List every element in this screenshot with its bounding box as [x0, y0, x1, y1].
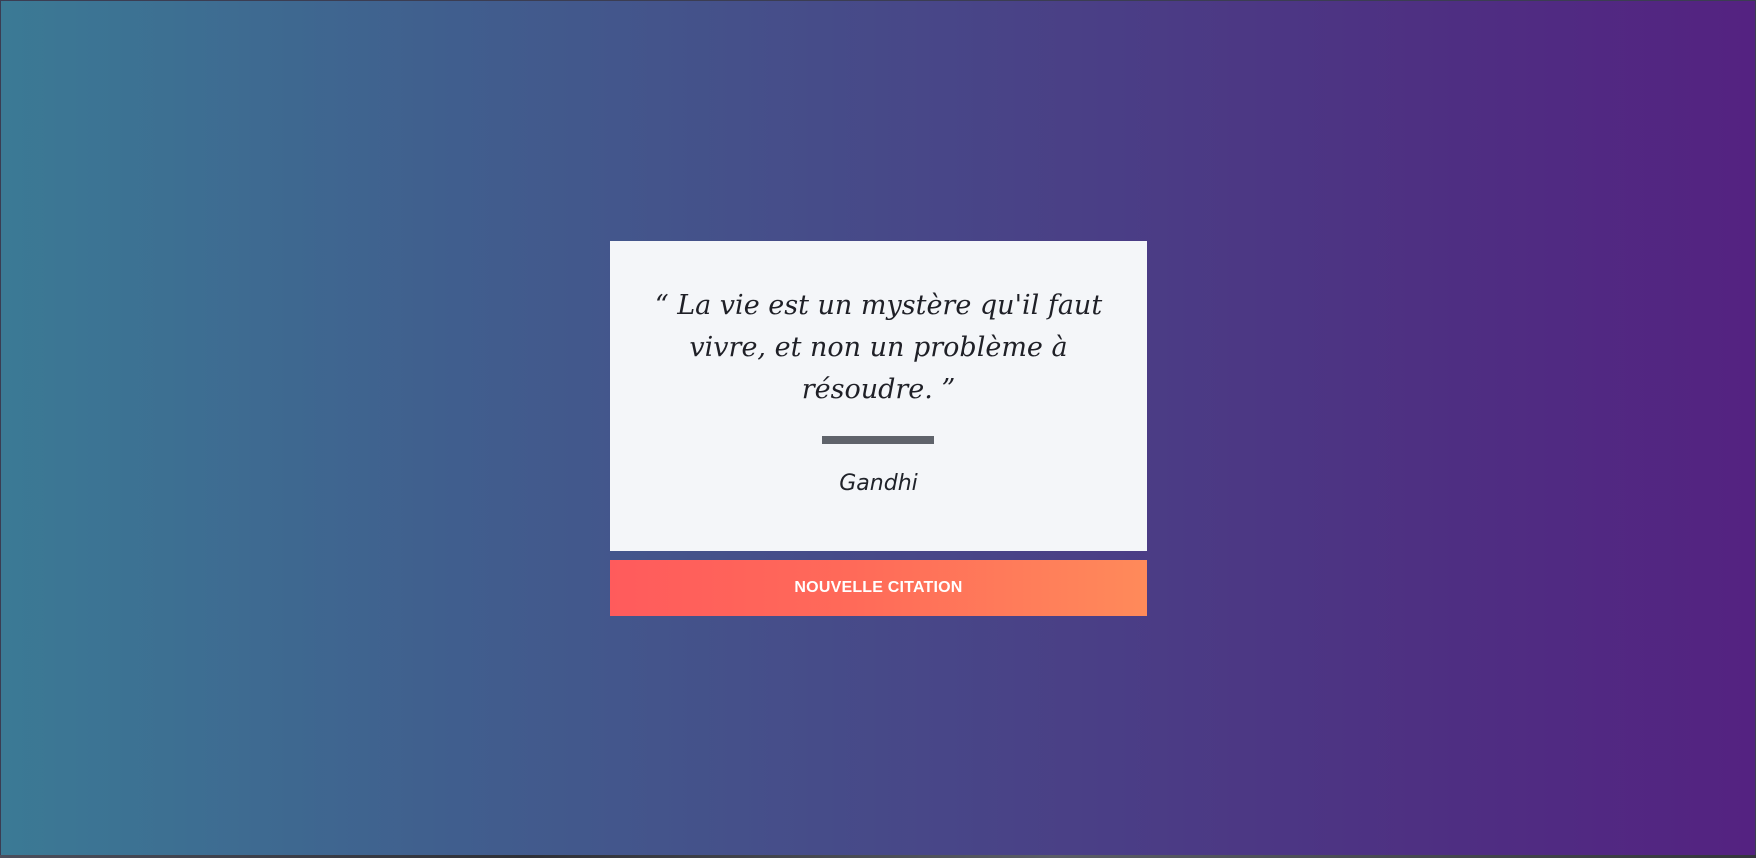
quote-card: “ La vie est un mystère qu'il faut vivre… [610, 241, 1147, 551]
quote-author: Gandhi [839, 471, 918, 496]
new-quote-button[interactable]: NOUVELLE CITATION [610, 560, 1147, 616]
quote-divider [822, 436, 934, 444]
quote-text: “ La vie est un mystère qu'il faut vivre… [654, 290, 1103, 405]
